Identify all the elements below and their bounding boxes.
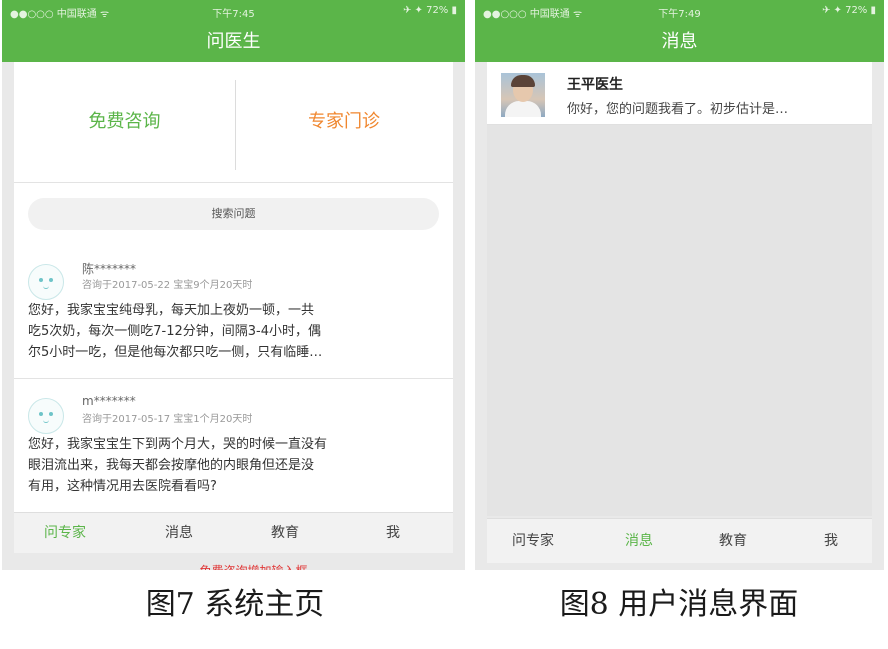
tab-bar: 问专家 消息 教育 我 bbox=[14, 512, 453, 553]
messages-screen: ●●○○○ 中国联通 ᯤ 下午7:49 ✈ ✦ 72% ▮ 消息 王平医生 你好… bbox=[475, 0, 884, 570]
tab-bar: 问专家 消息 教育 我 bbox=[487, 518, 872, 563]
free-consult-button[interactable]: 免费咨询 bbox=[14, 62, 235, 182]
question-meta: 咨询于2017-05-22 宝宝9个月20天时 bbox=[82, 280, 253, 291]
question-card[interactable]: m******* 咨询于2017-05-17 宝宝1个月20天时 您好，我家宝宝… bbox=[14, 392, 453, 502]
user-avatar-icon bbox=[28, 398, 64, 434]
status-time: 下午7:45 bbox=[212, 9, 255, 20]
status-bar: ●●○○○ 中国联通 ᯤ 下午7:45 ✈ ✦ 72% ▮ bbox=[2, 0, 465, 22]
battery-indicator: ✈ ✦ 72% ▮ bbox=[402, 5, 457, 16]
question-card[interactable]: 陈******* 咨询于2017-05-22 宝宝9个月20天时 您好，我家宝宝… bbox=[14, 258, 453, 379]
expert-clinic-button[interactable]: 专家门诊 bbox=[235, 62, 453, 182]
home-content: 免费咨询 专家门诊 搜索问题 陈******* 咨询于2017-05-22 宝宝… bbox=[14, 62, 453, 512]
battery-indicator: ✈ ✦ 72% ▮ bbox=[821, 5, 876, 16]
page-title: 问医生 bbox=[2, 22, 465, 62]
doctor-name: 王平医生 bbox=[567, 77, 623, 93]
tab-messages[interactable]: 消息 bbox=[599, 519, 679, 563]
question-user: 陈******* bbox=[82, 262, 137, 276]
tab-education[interactable]: 教育 bbox=[240, 513, 330, 553]
question-meta: 咨询于2017-05-17 宝宝1个月20天时 bbox=[82, 414, 253, 425]
tab-me[interactable]: 我 bbox=[791, 519, 871, 563]
tab-education[interactable]: 教育 bbox=[693, 519, 773, 563]
figure-caption: 图8 用户消息界面 bbox=[559, 587, 799, 622]
user-avatar-icon bbox=[28, 264, 64, 300]
figure-caption: 图7 系统主页 bbox=[145, 587, 325, 622]
message-list: 王平医生 你好，您的问题我看了。初步估计是… bbox=[487, 62, 872, 516]
page-title: 消息 bbox=[475, 22, 884, 62]
question-text: 您好，我家宝宝生下到两个月大，哭的时候一直没有 眼泪流出来，我每天都会按摩他的内… bbox=[28, 437, 328, 494]
tab-messages[interactable]: 消息 bbox=[134, 513, 224, 553]
home-screen: ●●○○○ 中国联通 ᯤ 下午7:45 ✈ ✦ 72% ▮ 问医生 免费咨询 专… bbox=[2, 0, 465, 570]
question-text: 您好，我家宝宝纯母乳，每天加上夜奶一顿，一共 吃5次奶，每次一侧吃7-12分钟，… bbox=[28, 303, 323, 360]
tab-me[interactable]: 我 bbox=[348, 513, 438, 553]
message-item[interactable]: 王平医生 你好，您的问题我看了。初步估计是… bbox=[487, 62, 872, 125]
message-preview: 你好，您的问题我看了。初步估计是… bbox=[567, 102, 789, 117]
question-user: m******* bbox=[82, 394, 136, 408]
tab-ask-expert[interactable]: 问专家 bbox=[493, 519, 573, 563]
annotation-text: 免费咨询增加输入框 bbox=[102, 560, 405, 570]
status-bar: ●●○○○ 中国联通 ᯤ 下午7:49 ✈ ✦ 72% ▮ bbox=[475, 0, 884, 22]
consult-options: 免费咨询 专家门诊 bbox=[14, 62, 453, 183]
doctor-avatar bbox=[501, 73, 545, 117]
tab-ask-expert[interactable]: 问专家 bbox=[20, 513, 110, 553]
search-input[interactable]: 搜索问题 bbox=[28, 198, 439, 230]
